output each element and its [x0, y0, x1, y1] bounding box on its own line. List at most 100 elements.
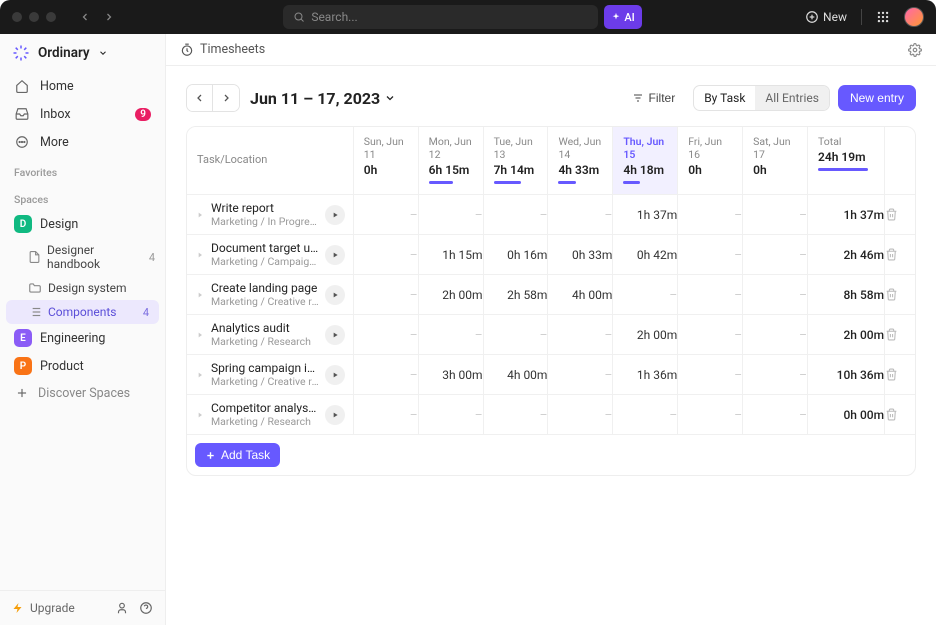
delete-row-button[interactable]	[885, 395, 915, 435]
time-cell-empty[interactable]: –	[743, 315, 808, 355]
upgrade-button[interactable]: Upgrade	[12, 601, 75, 615]
space-engineering[interactable]: E Engineering	[0, 324, 165, 352]
new-button[interactable]: New	[805, 10, 847, 24]
invite-icon[interactable]	[115, 601, 129, 615]
time-cell-empty[interactable]: –	[353, 235, 418, 275]
time-cell[interactable]: 1h 15m	[418, 235, 483, 275]
task-cell[interactable]: Create landing pageMarketing / Creative …	[187, 275, 353, 314]
play-button[interactable]	[325, 205, 345, 225]
time-cell-empty[interactable]: –	[743, 395, 808, 435]
time-cell-empty[interactable]: –	[353, 355, 418, 395]
help-icon[interactable]	[139, 601, 153, 615]
time-cell-empty[interactable]: –	[353, 195, 418, 235]
time-cell-empty[interactable]: –	[743, 235, 808, 275]
by-task-tab[interactable]: By Task	[694, 86, 755, 110]
play-button[interactable]	[325, 405, 345, 425]
space-design[interactable]: D Design	[0, 210, 165, 238]
delete-row-button[interactable]	[885, 235, 915, 275]
time-cell[interactable]: 4h 00m	[483, 355, 548, 395]
tree-item-components[interactable]: Components 4	[6, 300, 159, 324]
time-cell-empty[interactable]: –	[613, 395, 678, 435]
time-cell-empty[interactable]: –	[353, 275, 418, 315]
time-cell-empty[interactable]: –	[678, 195, 743, 235]
time-cell-empty[interactable]: –	[743, 355, 808, 395]
time-cell[interactable]: 0h 33m	[548, 235, 613, 275]
workspace-switcher[interactable]: Ordinary	[0, 34, 165, 72]
time-cell[interactable]: 4h 00m	[548, 275, 613, 315]
time-cell[interactable]: 2h 00m	[613, 315, 678, 355]
time-cell-empty[interactable]: –	[548, 395, 613, 435]
filter-button[interactable]: Filter	[622, 86, 686, 110]
time-cell-empty[interactable]: –	[418, 315, 483, 355]
discover-spaces[interactable]: Discover Spaces	[0, 380, 165, 406]
task-cell[interactable]: Write reportMarketing / In Progress	[187, 195, 353, 234]
sidebar-item-more[interactable]: More	[6, 128, 159, 156]
ai-button[interactable]: AI	[604, 5, 641, 29]
task-cell[interactable]: Spring campaign imag...Marketing / Creat…	[187, 355, 353, 394]
timesheet-grid: Task/Location Sun, Jun 110hMon, Jun 126h…	[186, 126, 916, 476]
time-cell-empty[interactable]: –	[613, 275, 678, 315]
delete-row-button[interactable]	[885, 275, 915, 315]
space-avatar: P	[14, 357, 32, 375]
time-cell-empty[interactable]: –	[548, 315, 613, 355]
time-cell-empty[interactable]: –	[483, 195, 548, 235]
history-nav	[74, 6, 120, 28]
global-search[interactable]: Search...	[283, 5, 598, 29]
time-cell[interactable]: 3h 00m	[418, 355, 483, 395]
time-cell-empty[interactable]: –	[678, 235, 743, 275]
tree-item-design-system[interactable]: Design system	[0, 276, 165, 300]
tree-item-handbook[interactable]: Designer handbook 4	[0, 238, 165, 276]
time-cell-empty[interactable]: –	[483, 395, 548, 435]
play-button[interactable]	[325, 285, 345, 305]
minimize-window[interactable]	[29, 12, 39, 22]
time-cell-empty[interactable]: –	[743, 275, 808, 315]
forward-button[interactable]	[98, 6, 120, 28]
apps-grid-icon[interactable]	[876, 10, 890, 24]
prev-week-button[interactable]	[187, 85, 213, 111]
time-cell-empty[interactable]: –	[678, 355, 743, 395]
time-cell-empty[interactable]: –	[548, 355, 613, 395]
settings-icon[interactable]	[908, 43, 922, 57]
user-avatar[interactable]	[904, 7, 924, 27]
time-cell-empty[interactable]: –	[418, 195, 483, 235]
stopwatch-icon	[180, 43, 194, 57]
time-cell-empty[interactable]: –	[678, 315, 743, 355]
time-cell[interactable]: 1h 36m	[613, 355, 678, 395]
play-button[interactable]	[325, 365, 345, 385]
maximize-window[interactable]	[46, 12, 56, 22]
time-cell[interactable]: 2h 00m	[418, 275, 483, 315]
delete-row-button[interactable]	[885, 355, 915, 395]
delete-row-button[interactable]	[885, 195, 915, 235]
bolt-icon	[12, 602, 24, 614]
time-cell-empty[interactable]: –	[548, 195, 613, 235]
time-cell[interactable]: 0h 42m	[613, 235, 678, 275]
close-window[interactable]	[12, 12, 22, 22]
play-button[interactable]	[325, 245, 345, 265]
time-cell-empty[interactable]: –	[353, 315, 418, 355]
play-button[interactable]	[325, 325, 345, 345]
time-cell-empty[interactable]: –	[743, 195, 808, 235]
new-entry-button[interactable]: New entry	[838, 85, 916, 111]
space-product[interactable]: P Product	[0, 352, 165, 380]
time-cell-empty[interactable]: –	[678, 275, 743, 315]
back-button[interactable]	[74, 6, 96, 28]
time-cell[interactable]: 1h 37m	[613, 195, 678, 235]
next-week-button[interactable]	[213, 85, 239, 111]
time-cell-empty[interactable]: –	[353, 395, 418, 435]
time-cell[interactable]: 2h 58m	[483, 275, 548, 315]
time-cell-empty[interactable]: –	[678, 395, 743, 435]
titlebar: Search... AI New	[0, 0, 936, 34]
all-entries-tab[interactable]: All Entries	[755, 86, 829, 110]
date-range-picker[interactable]: Jun 11 – 17, 2023	[250, 89, 396, 108]
task-cell[interactable]: Document target usersMarketing / Campaig…	[187, 235, 353, 274]
sidebar-item-home[interactable]: Home	[6, 72, 159, 100]
add-task-button[interactable]: Add Task	[195, 443, 280, 467]
task-cell[interactable]: Analytics auditMarketing / Research	[187, 315, 353, 354]
time-cell-empty[interactable]: –	[483, 315, 548, 355]
task-cell[interactable]: Competitor analysis docMarketing / Resea…	[187, 395, 353, 434]
time-cell-empty[interactable]: –	[418, 395, 483, 435]
time-cell[interactable]: 0h 16m	[483, 235, 548, 275]
day-column-header: Sat, Jun 170h	[743, 127, 808, 195]
sidebar-item-inbox[interactable]: Inbox 9	[6, 100, 159, 128]
delete-row-button[interactable]	[885, 315, 915, 355]
